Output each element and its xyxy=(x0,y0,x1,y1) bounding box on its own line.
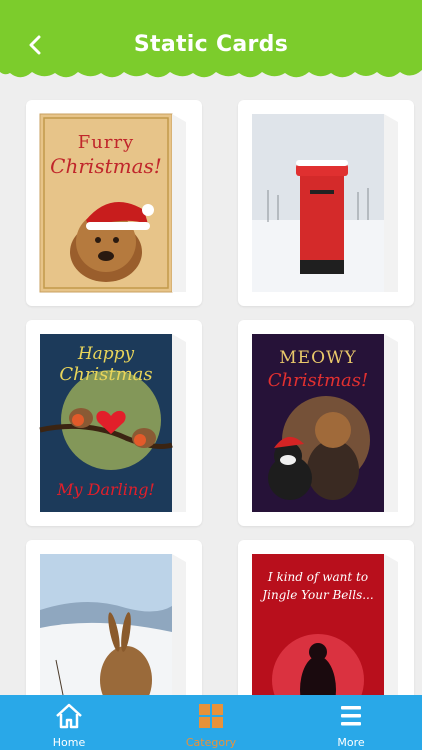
header-bar: Static Cards xyxy=(0,0,422,90)
nav-more[interactable]: More xyxy=(291,695,411,750)
nav-more-label: More xyxy=(337,736,365,749)
menu-icon xyxy=(341,706,361,726)
card-furry-line1: Furry xyxy=(77,132,135,153)
card-furry-christmas-art xyxy=(39,113,186,293)
card-post-box[interactable] xyxy=(238,100,414,306)
bottom-nav: Home Category More xyxy=(0,695,422,750)
home-icon xyxy=(56,703,82,729)
card-furry-line2: Christmas! xyxy=(50,154,162,178)
card-happy-line3: My Darling! xyxy=(57,480,155,499)
card-post-box-art xyxy=(252,114,398,292)
nav-category-label: Category xyxy=(185,736,237,749)
card-furry-christmas[interactable]: Furry Christmas! xyxy=(26,100,202,306)
card-meowy-christmas[interactable]: MEOWY Christmas! xyxy=(238,320,414,526)
card-jingle-line2: Jingle Your Bells... xyxy=(262,588,374,602)
card-happy-line1: Happy xyxy=(77,344,135,364)
card-meowy-line2: Christmas! xyxy=(267,370,369,391)
nav-home-label: Home xyxy=(52,736,86,749)
card-meowy-line1: MEOWY xyxy=(279,348,357,368)
card-jingle-line1: I kind of want to xyxy=(267,570,369,584)
card-happy-christmas[interactable]: Happy Christmas My Darling! xyxy=(26,320,202,526)
grid-icon xyxy=(199,704,223,728)
card-happy-line2: Christmas xyxy=(59,364,153,385)
nav-category[interactable]: Category xyxy=(151,695,271,750)
nav-home[interactable]: Home xyxy=(9,695,129,750)
page-title: Static Cards xyxy=(133,32,289,57)
